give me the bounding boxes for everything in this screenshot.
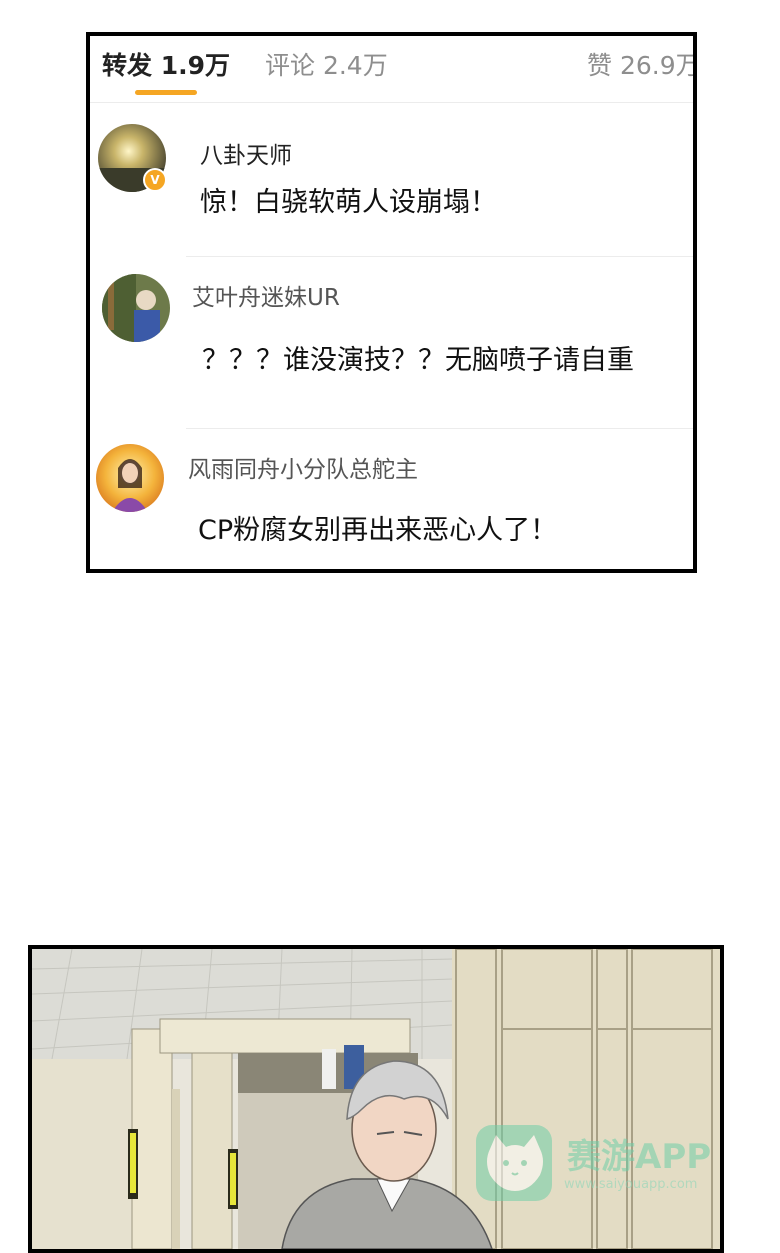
comment-item: 艾叶舟迷妹UR ？？？谁没演技？？无脑喷子请自重 (90, 262, 693, 432)
comment-item: V 八卦天师 惊！白骁软萌人设崩塌！ (90, 102, 693, 262)
comment-panel: 转发 1.9万 评论 2.4万 赞 26.9万 V 八卦天师 惊！白骁软萌人设崩… (86, 32, 697, 573)
tab-like[interactable]: 赞 26.9万 (587, 46, 693, 82)
comment-username[interactable]: 艾叶舟迷妹UR (192, 278, 340, 312)
comment-text: CP粉腐女别再出来恶心人了！ (198, 515, 558, 546)
watermark-title: 赛游APP (567, 1137, 712, 1177)
comment-item: 风雨同舟小分队总舵主 CP粉腐女别再出来恶心人了！ (90, 432, 693, 569)
watermark-url: www.saiyouapp.com (564, 1177, 698, 1192)
active-tab-indicator (135, 90, 197, 95)
comment-username[interactable]: 八卦天师 (200, 136, 292, 170)
avatar[interactable] (102, 274, 170, 342)
avatar[interactable] (96, 444, 164, 512)
tab-repost[interactable]: 转发 1.9万 (102, 46, 230, 82)
app-watermark: 赛游APP www.saiyouapp.com (472, 1119, 720, 1209)
comment-text: 惊！白骁软萌人设崩塌！ (200, 187, 497, 218)
comic-panel: 赛游APP www.saiyouapp.com (28, 945, 724, 1253)
cat-logo-icon (476, 1125, 552, 1201)
comment-username[interactable]: 风雨同舟小分队总舵主 (188, 450, 418, 484)
comment-text: ？？？谁没演技？？无脑喷子请自重 (202, 345, 634, 376)
tab-bar: 转发 1.9万 评论 2.4万 赞 26.9万 (90, 36, 693, 103)
divider (186, 428, 693, 429)
divider (186, 256, 693, 257)
verified-badge-icon: V (143, 168, 167, 192)
